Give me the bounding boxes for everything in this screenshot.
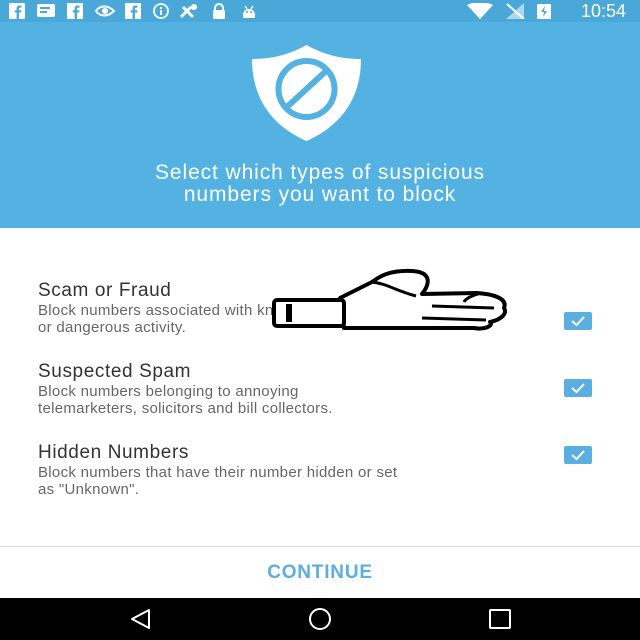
checkbox-scam-or-fraud[interactable] — [564, 312, 592, 330]
checkmark-icon — [571, 383, 585, 394]
message-icon — [36, 3, 56, 19]
header-title-line: Select which types of suspicious — [155, 161, 485, 184]
info-icon — [152, 3, 170, 19]
option-description-line: telemarketers, solicitors and bill colle… — [38, 400, 333, 417]
back-icon[interactable] — [127, 607, 153, 631]
option-title: Suspected Spam — [38, 361, 192, 382]
header-title-line: numbers you want to block — [183, 183, 457, 206]
checkbox-hidden-numbers[interactable] — [564, 446, 592, 464]
screen: 10:54 Select which types of suspicious n… — [0, 0, 640, 640]
checkmark-icon — [571, 450, 585, 461]
nvidia-icon — [94, 3, 116, 19]
option-suspected-spam: Suspected Spam Block numbers belonging t… — [38, 361, 558, 418]
option-title: Hidden Numbers — [38, 442, 189, 463]
lock-icon — [210, 3, 228, 19]
status-bar: 10:54 — [0, 0, 640, 22]
battery-charging-icon — [536, 3, 552, 19]
no-signal-icon — [504, 3, 526, 20]
header: Select which types of suspicious numbers… — [0, 22, 640, 228]
facebook-icon — [66, 3, 84, 19]
continue-button[interactable]: CONTINUE — [0, 547, 640, 598]
wifi-icon — [466, 2, 494, 19]
option-description: Block numbers belonging to annoying tele… — [38, 383, 558, 417]
facebook-icon — [8, 3, 26, 19]
option-description-line: as "Unknown". — [38, 481, 140, 498]
thumbs-up-icon — [272, 268, 507, 331]
checkbox-suspected-spam[interactable] — [564, 379, 592, 397]
recents-icon[interactable] — [487, 607, 513, 631]
navigation-bar — [0, 598, 640, 640]
shield-block-icon — [252, 45, 361, 141]
facebook-icon — [124, 3, 142, 19]
android-icon — [240, 3, 258, 19]
option-description-line: Block numbers belonging to annoying — [38, 383, 299, 400]
tools-icon — [178, 3, 202, 19]
home-icon[interactable] — [307, 607, 333, 631]
status-time: 10:54 — [580, 1, 626, 21]
option-description: Block numbers that have their number hid… — [38, 464, 558, 498]
option-description-line: Block numbers that have their number hid… — [38, 464, 398, 481]
option-hidden-numbers: Hidden Numbers Block numbers that have t… — [38, 442, 558, 499]
checkmark-icon — [571, 316, 585, 327]
header-title: Select which types of suspicious numbers… — [40, 162, 600, 206]
